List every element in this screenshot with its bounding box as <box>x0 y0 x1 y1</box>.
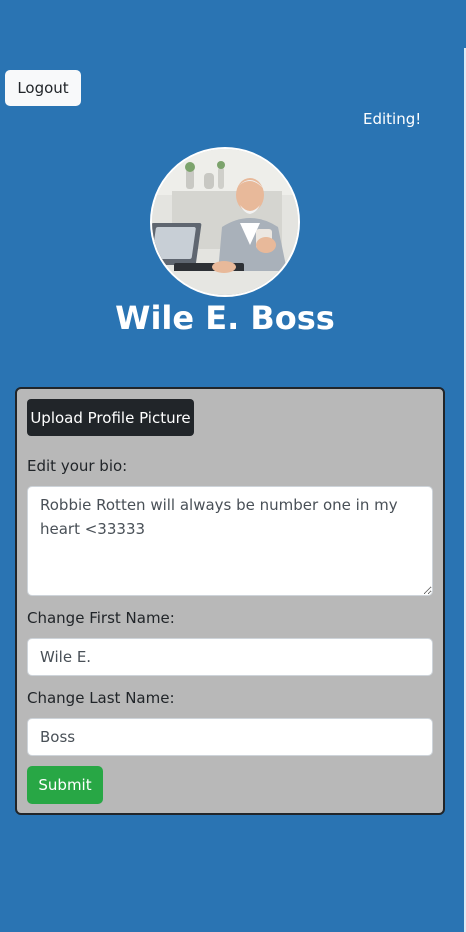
upload-profile-picture-button[interactable]: Upload Profile Picture <box>27 399 194 436</box>
bio-textarea[interactable]: Robbie Rotten will always be number one … <box>27 486 433 596</box>
first-name-input[interactable] <box>27 638 433 676</box>
avatar <box>150 147 300 297</box>
last-name-label: Change Last Name: <box>27 689 175 707</box>
bio-label: Edit your bio: <box>27 457 128 475</box>
logout-button[interactable]: Logout <box>5 70 81 106</box>
user-photo-icon <box>152 149 298 295</box>
last-name-input[interactable] <box>27 718 433 756</box>
first-name-label: Change First Name: <box>27 609 175 627</box>
profile-name: Wile E. Boss <box>115 299 335 337</box>
editing-status-text: Editing! <box>363 110 422 128</box>
submit-button[interactable]: Submit <box>27 766 103 804</box>
edit-profile-panel: Upload Profile Picture Edit your bio: Ro… <box>15 387 445 815</box>
